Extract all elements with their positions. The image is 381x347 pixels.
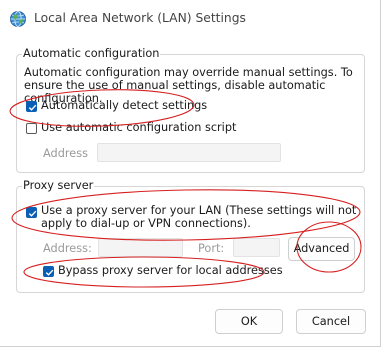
proxy-server-heading: Proxy server xyxy=(22,179,95,192)
proxy-port-field xyxy=(233,238,280,257)
cancel-button-label: Cancel xyxy=(311,315,351,328)
title-bar: Local Area Network (LAN) Settings xyxy=(0,0,380,38)
automatic-configuration-heading: Automatic configuration xyxy=(22,47,161,60)
auto-config-script-label[interactable]: Use automatic configuration script xyxy=(41,121,236,134)
script-address-label: Address xyxy=(43,147,88,160)
window-title: Local Area Network (LAN) Settings xyxy=(34,11,246,25)
ok-button-label: OK xyxy=(240,315,258,328)
proxy-address-label: Address: xyxy=(43,242,92,255)
use-proxy-checkbox[interactable] xyxy=(26,207,37,218)
auto-detect-checkbox[interactable] xyxy=(26,101,37,112)
globe-network-icon xyxy=(9,10,27,28)
advanced-button-label: Advanced xyxy=(293,242,350,255)
lan-settings-dialog: Local Area Network (LAN) Settings Automa… xyxy=(0,0,381,347)
proxy-address-field xyxy=(98,238,183,257)
auto-detect-label[interactable]: Automatically detect settings xyxy=(41,99,207,112)
proxy-port-label: Port: xyxy=(198,242,225,255)
bypass-local-label[interactable]: Bypass proxy server for local addresses xyxy=(58,264,283,277)
auto-config-script-checkbox[interactable] xyxy=(26,123,37,134)
advanced-button[interactable]: Advanced xyxy=(288,237,355,261)
ok-button[interactable]: OK xyxy=(215,309,283,334)
cancel-button[interactable]: Cancel xyxy=(296,309,366,334)
use-proxy-label[interactable]: Use a proxy server for your LAN (These s… xyxy=(41,204,363,230)
bypass-local-checkbox[interactable] xyxy=(43,266,54,277)
script-address-field xyxy=(97,143,281,162)
